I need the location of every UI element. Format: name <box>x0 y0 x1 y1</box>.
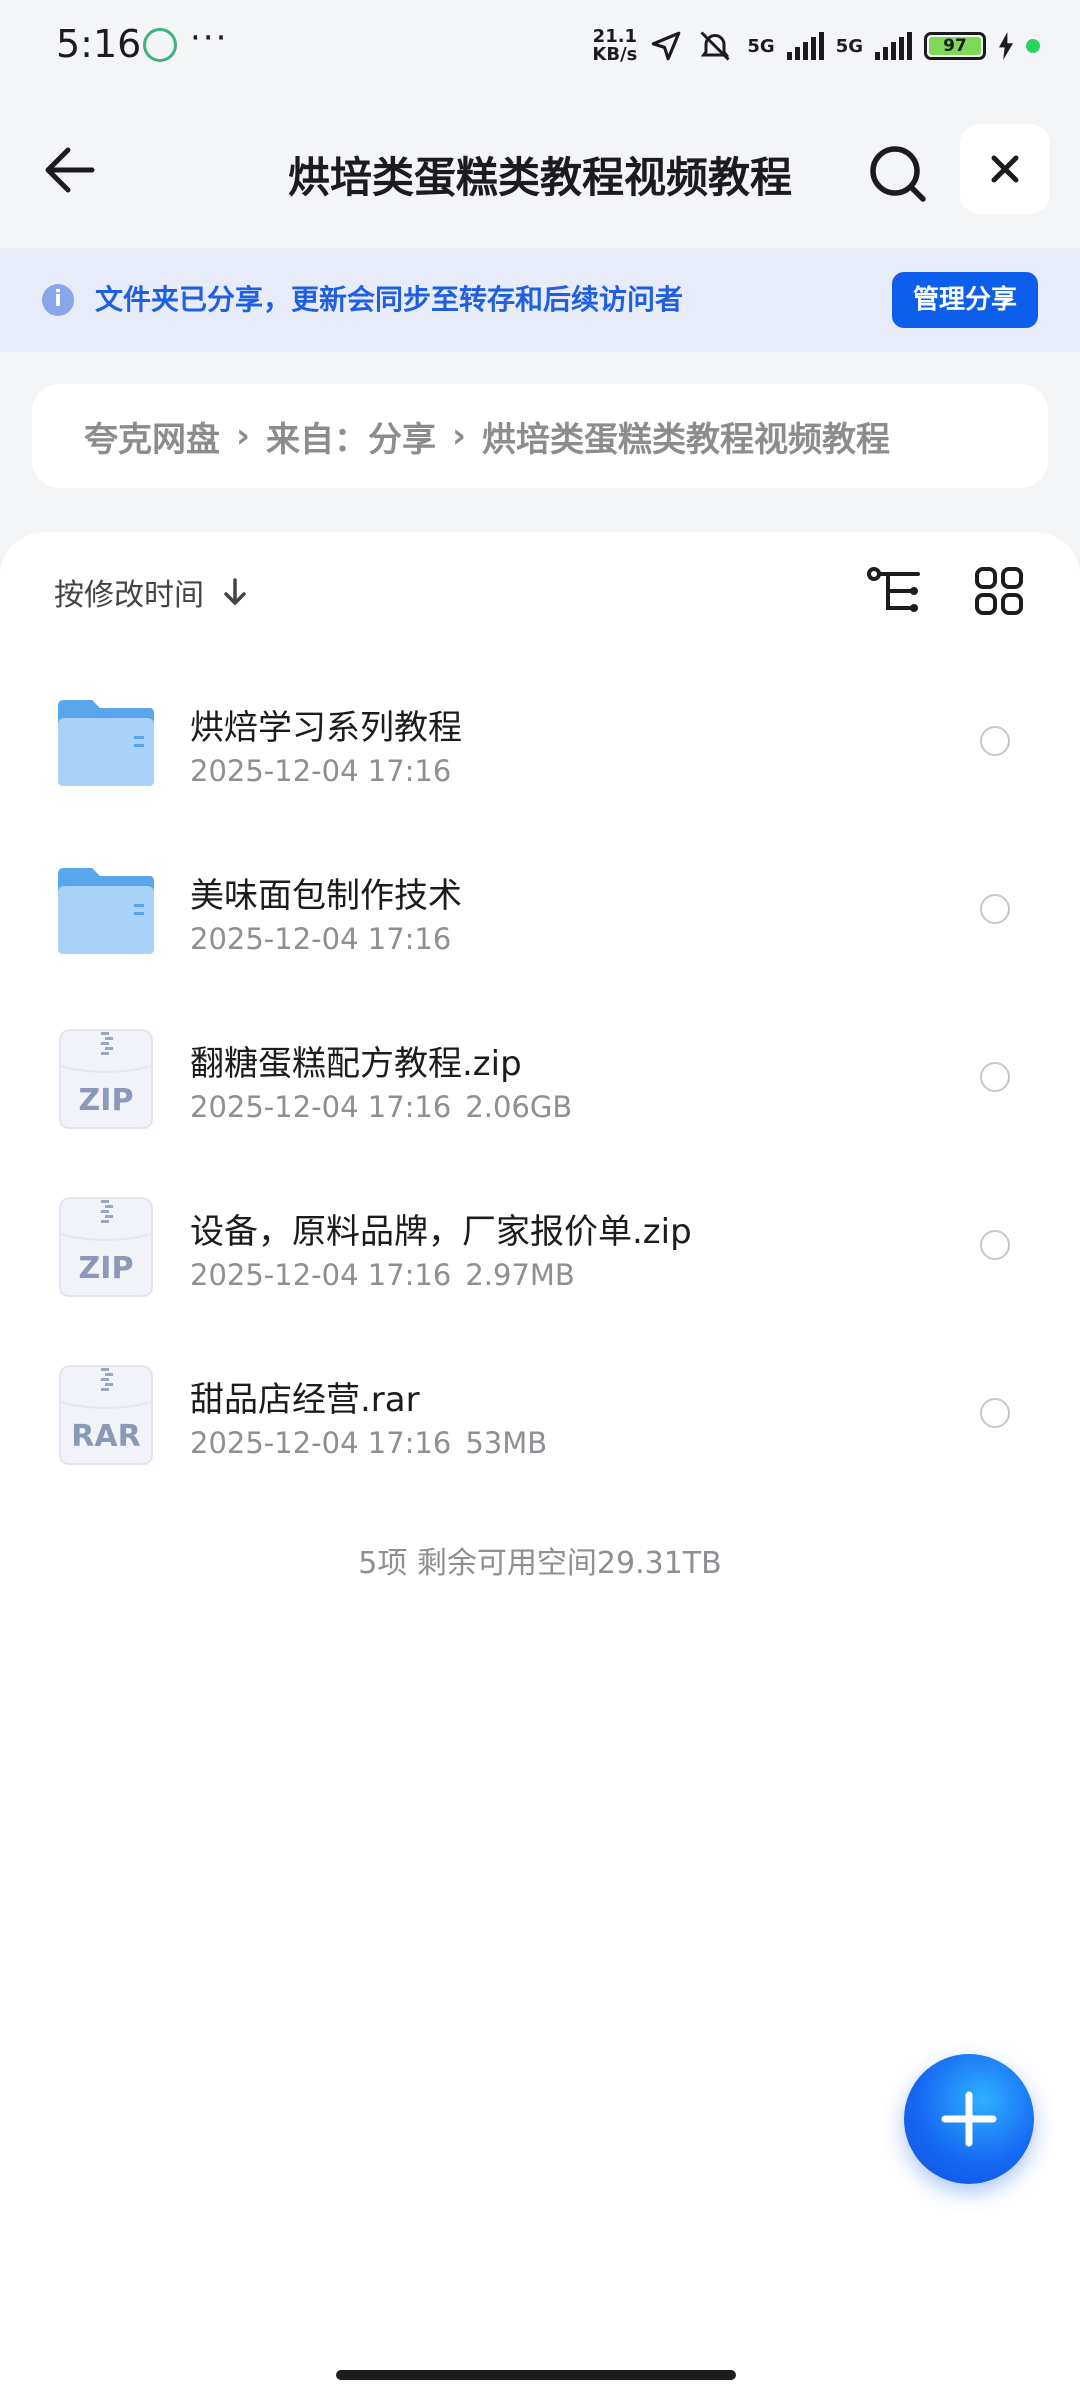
file-name: 甜品店经营.rar <box>190 1380 420 1420</box>
status-time: 5:16 <box>56 22 142 66</box>
arrow-left-icon <box>45 147 95 193</box>
file-meta: 2025-12-04 17:16 53MB <box>190 1426 547 1460</box>
sort-button[interactable]: 按修改时间 <box>54 570 248 614</box>
privacy-indicator-dot <box>1026 39 1040 53</box>
tree-view-icon <box>867 567 920 612</box>
archive-type-label: RAR <box>71 1419 140 1454</box>
select-checkbox[interactable] <box>980 726 1010 756</box>
storage-summary: 5项 剩余可用空间29.31TB <box>358 1546 722 1581</box>
back-button[interactable] <box>40 142 104 198</box>
mute-icon <box>700 31 730 61</box>
file-size: 2.06GB <box>465 1090 573 1124</box>
list-item[interactable]: RAR 甜品店经营.rar 2025-12-04 17:16 53MB <box>0 1332 1080 1500</box>
status-icons: 21.1 KB/s 5G 5G 97 <box>592 26 1040 66</box>
file-name: 翻糖蛋糕配方教程.zip <box>190 1044 522 1084</box>
sort-label: 按修改时间 <box>54 578 204 613</box>
top-app-bar: 烘培类蛋糕类教程视频教程 <box>0 96 1080 246</box>
status-bar: 5:16 ··· 21.1 KB/s 5G 5G 97 <box>0 0 1080 96</box>
file-name: 烘焙学习系列教程 <box>190 708 462 748</box>
more-notifications-icon: ··· <box>190 18 229 58</box>
file-date: 2025-12-04 17:16 <box>190 1426 452 1460</box>
select-checkbox[interactable] <box>980 1230 1010 1260</box>
add-button[interactable] <box>904 2054 1034 2184</box>
rar-archive-icon: RAR <box>59 1365 153 1465</box>
file-size: 53MB <box>465 1426 548 1460</box>
signal-icon-1 <box>786 32 824 60</box>
file-date: 2025-12-04 17:16 <box>190 754 452 788</box>
file-name: 美味面包制作技术 <box>190 876 462 916</box>
list-item[interactable]: 美味面包制作技术 2025-12-04 17:16 <box>0 828 1080 996</box>
search-icon <box>870 146 926 202</box>
file-date: 2025-12-04 17:16 <box>190 1258 452 1292</box>
zip-archive-icon: ZIP <box>59 1029 153 1129</box>
breadcrumb-item-share[interactable]: 来自：分享 <box>266 412 436 461</box>
search-button[interactable] <box>866 142 930 206</box>
archive-type-label: ZIP <box>79 1083 134 1118</box>
archive-type-label: ZIP <box>79 1251 134 1286</box>
chevron-right-icon: › <box>452 416 467 456</box>
file-meta: 2025-12-04 17:16 <box>190 754 451 788</box>
file-meta: 2025-12-04 17:16 <box>190 922 451 956</box>
file-name: 设备，原料品牌，厂家报价单.zip <box>190 1212 692 1252</box>
location-icon <box>652 31 681 61</box>
battery-level: 97 <box>929 37 981 55</box>
grid-icon <box>975 567 1023 615</box>
network-speed-unit: KB/s <box>592 44 638 65</box>
select-checkbox[interactable] <box>980 1398 1010 1428</box>
select-checkbox[interactable] <box>980 1062 1010 1092</box>
list-item[interactable]: ZIP 设备，原料品牌，厂家报价单.zip 2025-12-04 17:16 2.… <box>0 1164 1080 1332</box>
network-type-1: 5G <box>747 35 775 57</box>
list-item[interactable]: ZIP 翻糖蛋糕配方教程.zip 2025-12-04 17:16 2.06GB <box>0 996 1080 1164</box>
folder-icon <box>58 700 154 786</box>
grid-view-button[interactable] <box>974 566 1024 616</box>
file-size: 2.97MB <box>465 1258 575 1292</box>
chevron-right-icon: › <box>236 416 251 456</box>
app-notification-icon <box>143 28 177 62</box>
close-icon <box>991 155 1019 183</box>
file-date: 2025-12-04 17:16 <box>190 1090 452 1124</box>
breadcrumb-item-current: 烘培类蛋糕类教程视频教程 <box>482 419 891 460</box>
file-list: 烘焙学习系列教程 2025-12-04 17:16 美味面包制作技术 2025-… <box>0 660 1080 1500</box>
zip-archive-icon: ZIP <box>59 1197 153 1297</box>
network-type-2: 5G <box>835 35 863 57</box>
signal-icon-2 <box>875 32 912 60</box>
file-meta: 2025-12-04 17:16 2.97MB <box>190 1258 575 1292</box>
folder-icon <box>58 868 154 954</box>
plus-icon <box>941 2091 997 2147</box>
network-speed: 21.1 KB/s <box>592 28 637 64</box>
manage-share-button[interactable]: 管理分享 <box>892 272 1038 328</box>
folder-tree-button[interactable] <box>866 566 922 616</box>
home-indicator[interactable] <box>336 2370 736 2380</box>
page-title: 烘培类蛋糕类教程视频教程 <box>287 153 792 202</box>
list-item[interactable]: 烘焙学习系列教程 2025-12-04 17:16 <box>0 660 1080 828</box>
breadcrumb-item-root[interactable]: 夸克网盘 <box>84 412 220 461</box>
battery-icon: 97 <box>924 32 986 60</box>
file-date: 2025-12-04 17:16 <box>190 922 452 956</box>
close-button[interactable] <box>960 124 1050 214</box>
share-notice-banner: i 文件夹已分享，更新会同步至转存和后续访问者 管理分享 <box>0 248 1080 352</box>
charging-icon <box>999 32 1013 60</box>
file-meta: 2025-12-04 17:16 2.06GB <box>190 1090 572 1124</box>
arrow-down-icon <box>224 578 246 605</box>
info-icon: i <box>42 284 74 316</box>
share-notice-text: 文件夹已分享，更新会同步至转存和后续访问者 <box>95 283 684 316</box>
breadcrumb: 夸克网盘 › 来自：分享 › 烘培类蛋糕类教程视频教程 <box>32 384 1048 488</box>
select-checkbox[interactable] <box>980 894 1010 924</box>
